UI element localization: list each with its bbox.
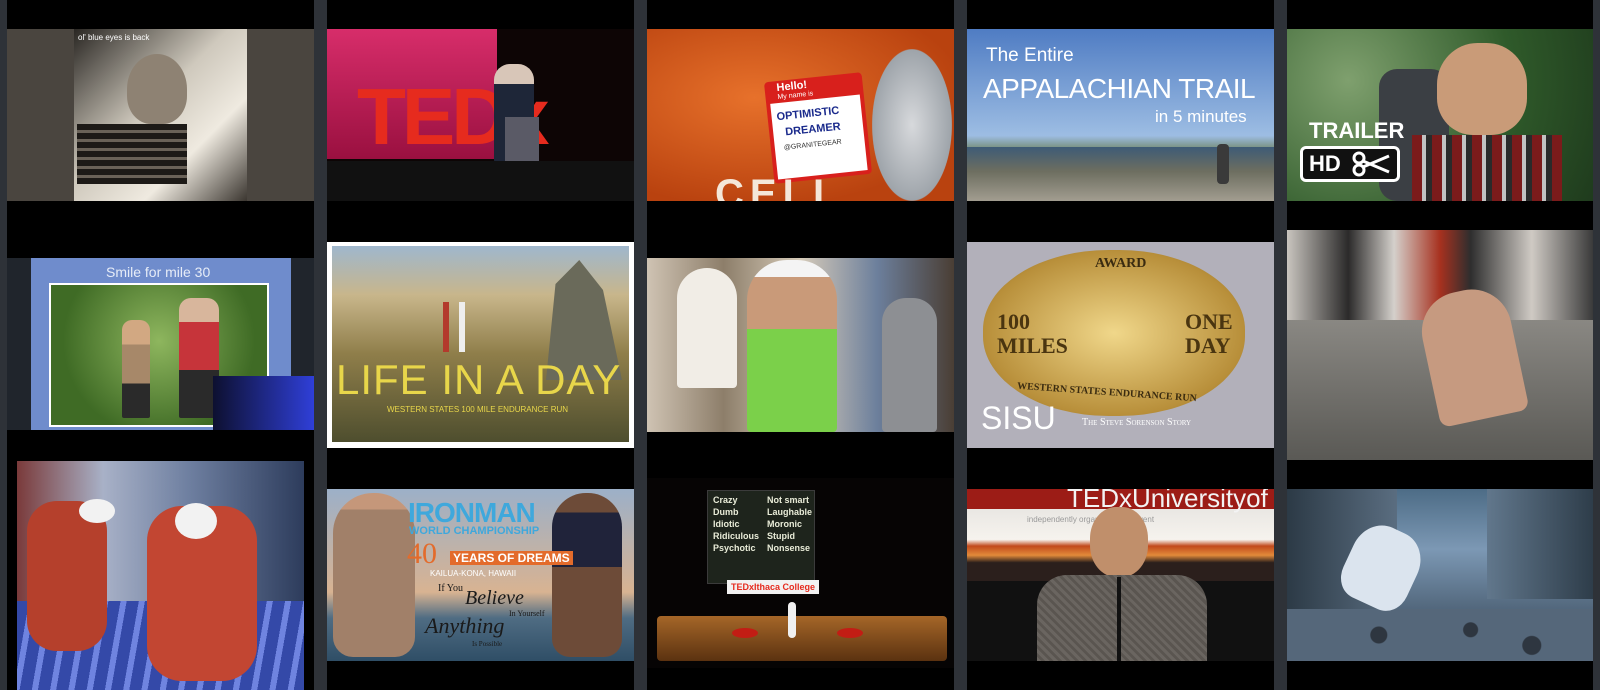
speaker-body <box>1037 575 1207 661</box>
quote-if-you: If You <box>438 583 464 594</box>
hd-badge: HD <box>1300 146 1400 182</box>
ironman-world: WORLD CHAMPIONSHIP <box>409 525 540 537</box>
thumbnail-exhausted-runner[interactable] <box>1287 230 1593 460</box>
screen-word: Ridiculous <box>713 531 760 541</box>
screen-word: Laughable <box>767 507 813 517</box>
quote-is-possible: Is Possible <box>472 640 503 648</box>
years-text: YEARS OF DREAMS <box>450 551 573 565</box>
thumbnail-life-in-a-day[interactable]: LIFE IN A DAY WESTERN STATES 100 MILE EN… <box>327 242 634 448</box>
quote-anything: Anything <box>425 613 505 638</box>
name-tag-line-2: DREAMER <box>784 120 842 139</box>
screen-words-right: Not smart Laughable Moronic Stupid Nonse… <box>767 494 815 554</box>
name-tag-handle: @GRANITEGEAR <box>783 138 843 152</box>
person-silhouette <box>127 54 187 124</box>
thumbnail-tedx-speaker[interactable]: TEDx <box>327 29 634 201</box>
sisu-title: SISU <box>981 400 1056 436</box>
lectern <box>505 117 539 162</box>
speaker <box>788 602 796 638</box>
woman-before <box>333 493 415 657</box>
seabed-stones <box>1287 609 1593 661</box>
bottle-blur <box>872 49 952 201</box>
thumbnail-a-walk-in-the-woods-trailer[interactable]: TRAILER HD <box>1287 29 1593 201</box>
actor <box>1437 43 1527 135</box>
trail-line-3: in 5 minutes <box>1155 107 1247 126</box>
runner-1 <box>122 320 150 418</box>
thumbnail-frank-sinatra[interactable]: ol' blue eyes is back <box>7 29 314 201</box>
stage <box>657 616 947 661</box>
screen-word: Nonsense <box>767 543 811 553</box>
spectator-right <box>882 298 937 432</box>
screen-word: Crazy <box>713 495 738 505</box>
cap-right <box>175 503 217 539</box>
screen-word: Moronic <box>767 519 802 529</box>
sign-text: TEDxUniversityof <box>1067 489 1268 513</box>
woman-after <box>552 493 622 657</box>
hd-text: HD <box>1309 151 1341 176</box>
thumbnail-tedx-university-speaker[interactable]: TEDxUniversityof independently organized… <box>967 489 1274 661</box>
tedx-banner: TEDxIthaca College <box>727 580 820 594</box>
cap-left <box>79 499 115 523</box>
film-title: LIFE IN A DAY <box>336 356 622 403</box>
place-text: KAILUA-KONA, HAWAII <box>430 569 517 578</box>
plaid-shirt <box>1412 135 1562 201</box>
trail-line-1: The Entire <box>986 45 1074 66</box>
screen-word: Psychotic <box>713 543 756 553</box>
slide-caption: Smile for mile 30 <box>106 264 211 280</box>
thumbnail-caption: ol' blue eyes is back <box>78 33 150 42</box>
screen-word: Stupid <box>767 531 795 541</box>
lanyard <box>1117 577 1121 661</box>
buckle-left: 100 MILES <box>997 309 1068 358</box>
name-tag: Hello! My name is OPTIMISTIC DREAMER @GR… <box>763 72 873 184</box>
shirt-text: CELL <box>715 172 844 201</box>
audience <box>327 161 634 201</box>
scissors-icon <box>1352 151 1390 177</box>
athlete-left <box>27 501 107 651</box>
screen-word: Idiotic <box>713 519 740 529</box>
thumbnail-underwater-diver[interactable] <box>1287 489 1593 661</box>
red-circle-left <box>732 628 758 638</box>
thumbnail-optimistic-dreamer[interactable]: Hello! My name is OPTIMISTIC DREAMER @GR… <box>647 29 954 201</box>
buckle-award: AWARD <box>1095 256 1147 271</box>
screen-word: Dumb <box>713 507 739 517</box>
runners <box>435 302 475 352</box>
runner <box>747 260 837 432</box>
hiker <box>1217 144 1229 184</box>
quote-in-yourself: In Yourself <box>509 609 545 618</box>
name-tag-line-1: OPTIMISTIC <box>776 104 840 124</box>
years-number: 40 <box>407 537 437 570</box>
thumbnail-ironman-40-years[interactable]: IRONMAN WORLD CHAMPIONSHIP 40 YEARS OF D… <box>327 489 634 661</box>
quote-believe: Believe <box>465 587 524 609</box>
trail-line-2: APPALACHIAN TRAIL <box>983 73 1256 104</box>
sisu-subtitle: The Steve Sorenson Story <box>1082 417 1192 428</box>
thumbnail-ironman-crawl[interactable] <box>17 461 304 690</box>
thumbnail-runner-crowd[interactable] <box>647 258 954 432</box>
thumbnail-smile-for-mile-30[interactable]: Smile for mile 30 <box>7 258 314 430</box>
buckle-right: ONE DAY <box>1185 309 1233 358</box>
rock-wall-right <box>1487 489 1593 599</box>
thumbnail-sisu[interactable]: AWARD 100 MILES ONE DAY WESTERN STATES E… <box>967 242 1274 448</box>
piano <box>77 124 187 184</box>
film-subtitle: WESTERN STATES 100 MILE ENDURANCE RUN <box>387 405 569 414</box>
thumbnail-appalachian-trail[interactable]: The Entire APPALACHIAN TRAIL in 5 minute… <box>967 29 1274 201</box>
screen-words-left: Crazy Dumb Idiotic Ridiculous Psychotic <box>713 494 765 554</box>
trailer-label: TRAILER <box>1309 118 1405 143</box>
spectator-left <box>677 268 737 388</box>
speaker-head <box>1090 507 1148 577</box>
thumbnail-tedx-ithaca-college[interactable]: Crazy Dumb Idiotic Ridiculous Psychotic … <box>647 478 954 668</box>
red-circle-right <box>837 628 863 638</box>
webcam-inset <box>213 376 314 430</box>
screen-word: Not smart <box>767 495 810 505</box>
